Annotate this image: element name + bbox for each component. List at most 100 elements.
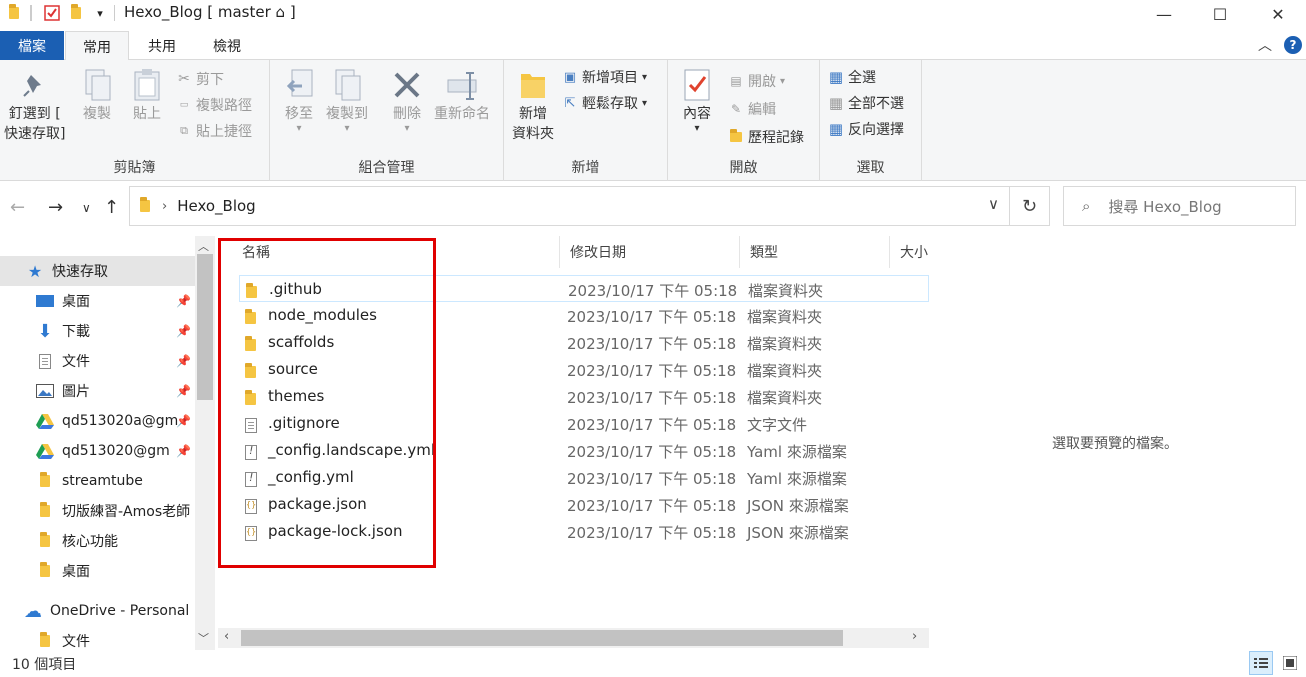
open-icon: ▤ [730, 74, 742, 88]
tab-share[interactable]: 共用 [131, 31, 193, 60]
minimize-button[interactable]: — [1136, 0, 1192, 28]
properties-button[interactable]: 內容 ▾ [680, 68, 714, 134]
select-all-button[interactable]: ▦ 全選 [828, 66, 876, 88]
file-date: 2023/10/17 下午 05:18 [567, 497, 737, 515]
file-type: 檔案資料夾 [748, 282, 824, 300]
sidebar-item-documents[interactable]: 文件 📌 [0, 346, 195, 376]
download-arrow-icon: ⬇ [37, 320, 53, 342]
folder-icon [36, 562, 54, 580]
folder-icon[interactable] [6, 3, 22, 23]
pin-icon[interactable]: 📌 [176, 294, 191, 308]
sidebar-item-core[interactable]: 核心功能 [0, 526, 195, 556]
scroll-left-icon[interactable]: ‹ [224, 629, 229, 644]
edit-button[interactable]: ✎ 編輯 [728, 98, 776, 120]
rename-button[interactable]: 重新命名 [434, 68, 490, 124]
open-button[interactable]: ▤ 開啟 ▾ [728, 70, 785, 92]
new-folder-quick-icon[interactable] [68, 3, 84, 23]
cut-button[interactable]: ✂ 剪下 [176, 68, 224, 90]
scroll-up-icon[interactable]: ︿ [198, 238, 209, 254]
sidebar-item-gdrive-2[interactable]: qd513020@gm 📌 [0, 436, 195, 466]
column-header-date[interactable]: 修改日期 [560, 236, 740, 268]
forward-arrow-icon[interactable]: → [48, 197, 63, 218]
column-header-size[interactable]: 大小 [890, 236, 930, 268]
maximize-button[interactable]: ☐ [1192, 0, 1248, 28]
scroll-right-icon[interactable]: › [912, 629, 917, 644]
copy-path-button[interactable]: ▭ 複製路徑 [176, 94, 252, 116]
copy-button[interactable]: 複製 [80, 68, 114, 124]
pin-label-2: 快速存取] [4, 126, 66, 142]
horizontal-scrollbar-thumb[interactable] [241, 630, 843, 646]
tab-home[interactable]: 常用 [65, 31, 129, 61]
large-icons-view-icon[interactable] [1278, 651, 1302, 675]
scroll-down-icon[interactable]: ﹀ [198, 630, 209, 646]
select-none-button[interactable]: ▦ 全部不選 [828, 92, 904, 114]
address-bar[interactable]: › Hexo_Blog ∨ ↻ [129, 186, 1050, 226]
sidebar-item-downloads[interactable]: ⬇ 下載 📌 [0, 316, 195, 346]
paste-button[interactable]: 貼上 [130, 68, 164, 124]
move-to-button[interactable]: 移至 ▾ [282, 68, 316, 134]
ribbon-tabs: 檔案 常用 共用 檢視 ︿ ? [0, 31, 1306, 61]
details-view-icon[interactable] [1249, 651, 1273, 675]
sidebar-scrollbar-thumb[interactable] [197, 254, 213, 400]
paste-shortcut-button[interactable]: ⧉ 貼上捷徑 [176, 120, 252, 142]
star-icon: ★ [27, 261, 43, 281]
file-date: 2023/10/17 下午 05:18 [567, 308, 737, 326]
breadcrumb-chevron-icon[interactable]: › [162, 199, 167, 214]
sidebar-item-gdrive-1[interactable]: qd513020a@gm 📌 [0, 406, 195, 436]
delete-button[interactable]: 刪除 ▾ [390, 68, 424, 134]
new-item-button[interactable]: ▣ 新增項目 ▾ [562, 66, 647, 88]
file-date: 2023/10/17 下午 05:18 [567, 335, 737, 353]
sidebar-item-streamtube[interactable]: streamtube [0, 466, 195, 496]
sidebar-item-label: 核心功能 [62, 534, 118, 550]
select-none-label: 全部不選 [848, 96, 904, 112]
column-header-type[interactable]: 類型 [740, 236, 890, 268]
folder-icon [36, 472, 54, 490]
tab-view[interactable]: 檢視 [196, 31, 258, 60]
chevron-up-icon[interactable]: ︿ [1258, 35, 1272, 55]
sidebar-item-label: 桌面 [62, 294, 90, 310]
pin-icon[interactable]: 📌 [176, 444, 191, 458]
search-input[interactable]: ⌕ 搜尋 Hexo_Blog [1063, 186, 1296, 226]
back-arrow-icon[interactable]: ← [10, 197, 25, 218]
pin-icon [18, 68, 52, 102]
rename-icon [445, 68, 479, 102]
tab-file[interactable]: 檔案 [0, 31, 64, 60]
sidebar-item-onedrive-documents[interactable]: 文件 [0, 626, 195, 650]
file-date: 2023/10/17 下午 05:18 [567, 443, 737, 461]
sidebar-item-label: qd513020a@gm [62, 413, 179, 429]
pin-icon[interactable]: 📌 [176, 354, 191, 368]
copy-to-button[interactable]: 複製到 ▾ [326, 68, 368, 134]
history-label: 歷程記錄 [748, 130, 804, 146]
pin-icon[interactable]: 📌 [176, 414, 191, 428]
sidebar-item-desktop[interactable]: 桌面 📌 [0, 286, 195, 316]
new-folder-button[interactable]: 新增 資料夾 [512, 68, 554, 144]
scissors-icon: ✂ [178, 71, 190, 87]
pin-icon[interactable]: 📌 [176, 324, 191, 338]
sidebar-item-pictures[interactable]: 圖片 📌 [0, 376, 195, 406]
sidebar-item-label: 圖片 [62, 384, 90, 400]
easy-access-label: 輕鬆存取 [582, 96, 638, 112]
sidebar-item-desktop-2[interactable]: 桌面 [0, 556, 195, 586]
sidebar-item-onedrive[interactable]: ☁ OneDrive - Personal [0, 596, 195, 626]
recent-locations-chevron-icon[interactable]: ∨ [82, 201, 91, 215]
file-type: JSON 來源檔案 [747, 497, 849, 515]
properties-quick-icon[interactable] [42, 3, 62, 23]
pin-quick-access-button[interactable]: 釘選到 [ 快速存取] [4, 68, 65, 144]
invert-selection-button[interactable]: ▦ 反向選擇 [828, 118, 904, 140]
breadcrumb-path[interactable]: Hexo_Blog [177, 197, 256, 215]
sidebar-item-practice[interactable]: 切版練習-Amos老師 [0, 496, 195, 526]
easy-access-button[interactable]: ⇱ 輕鬆存取 ▾ [562, 92, 647, 114]
help-icon[interactable]: ? [1284, 36, 1302, 54]
chevron-down-icon[interactable]: ∨ [988, 195, 999, 213]
up-arrow-icon[interactable]: ↑ [104, 197, 119, 218]
pin-icon[interactable]: 📌 [176, 384, 191, 398]
select-group-label: 選取 [856, 160, 885, 176]
sidebar-item-quick-access[interactable]: ★ 快速存取 [0, 256, 195, 286]
ribbon: 釘選到 [ 快速存取] 複製 貼上 ✂ 剪下 ▭ 複製路徑 ⧉ 貼上捷徑 剪貼簿 [0, 60, 1306, 181]
customize-toolbar-icon[interactable]: ▾ [92, 3, 108, 23]
new-group-label: 新增 [571, 160, 600, 176]
refresh-icon[interactable]: ↻ [1009, 187, 1049, 225]
close-button[interactable]: ✕ [1250, 0, 1306, 28]
history-button[interactable]: 歷程記錄 [728, 126, 804, 148]
file-date: 2023/10/17 下午 05:18 [567, 362, 737, 380]
